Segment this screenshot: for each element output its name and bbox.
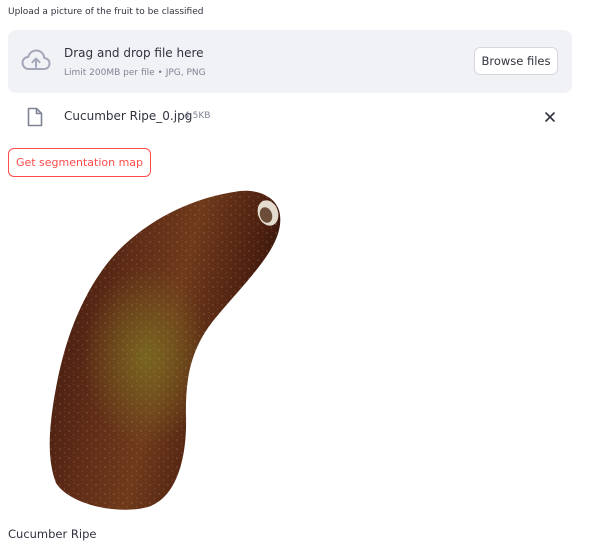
file-size: 4.5KB xyxy=(184,111,211,121)
file-dropzone[interactable]: Drag and drop file here Limit 200MB per … xyxy=(8,30,572,93)
file-name: Cucumber Ripe_0.jpg xyxy=(64,109,193,123)
fruit-image xyxy=(49,190,281,510)
image-caption: Cucumber Ripe xyxy=(8,527,97,541)
file-icon xyxy=(26,107,44,127)
uploaded-file-row: Cucumber Ripe_0.jpg 4.5KB xyxy=(8,102,572,132)
dropzone-limit: Limit 200MB per file • JPG, PNG xyxy=(64,68,206,78)
get-segmentation-map-button[interactable]: Get segmentation map xyxy=(8,148,151,177)
uploader-label: Upload a picture of the fruit to be clas… xyxy=(8,7,204,17)
cloud-upload-icon xyxy=(21,48,51,74)
dropzone-title: Drag and drop file here xyxy=(64,46,204,60)
close-icon xyxy=(545,112,555,122)
browse-files-button[interactable]: Browse files xyxy=(474,47,558,75)
remove-file-button[interactable] xyxy=(540,107,560,127)
